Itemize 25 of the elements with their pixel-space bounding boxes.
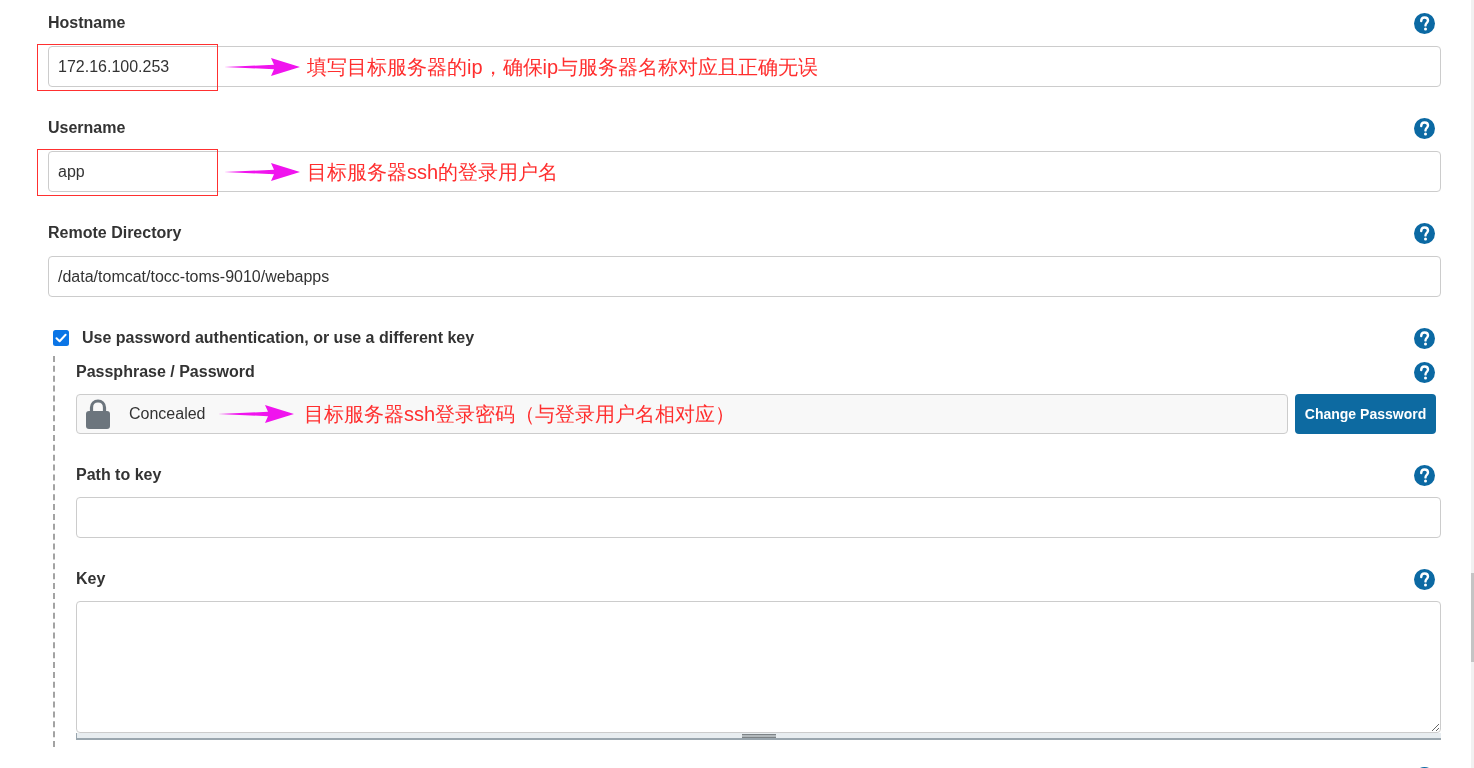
field-label: Hostname <box>48 13 126 33</box>
help-icon[interactable] <box>1414 12 1435 34</box>
checkbox[interactable] <box>53 330 69 346</box>
text-field[interactable]: /data/tomcat/tocc-toms-9010/webapps <box>48 256 1441 297</box>
field-label: Passphrase / Password <box>76 362 255 382</box>
help-icon[interactable] <box>1414 327 1435 349</box>
annotation-text: 填写目标服务器的ip，确保ip与服务器名称对应且正确无误 <box>307 54 819 79</box>
lock-icon <box>86 399 110 429</box>
field-label: Remote Directory <box>48 223 182 243</box>
scrollbar-thumb[interactable] <box>1471 573 1474 662</box>
change-password-button[interactable]: Change Password <box>1295 394 1436 434</box>
field-label: Key <box>76 569 106 589</box>
help-icon[interactable] <box>1414 222 1435 244</box>
concealed-value: Concealed <box>129 404 206 424</box>
annotation-text: 目标服务器ssh的登录用户名 <box>307 159 559 184</box>
annotation-text: 目标服务器ssh登录密码（与登录用户名相对应） <box>304 402 736 426</box>
field-label: Path to key <box>76 465 162 485</box>
help-icon[interactable] <box>1414 361 1435 383</box>
help-icon[interactable] <box>1414 568 1435 590</box>
field-label: Username <box>48 118 126 138</box>
text-field[interactable] <box>76 497 1441 538</box>
help-icon[interactable] <box>1414 117 1435 139</box>
grip-icon[interactable] <box>742 733 776 738</box>
help-icon[interactable] <box>1414 464 1435 486</box>
checkbox-label: Use password authentication, or use a different key <box>82 328 475 348</box>
